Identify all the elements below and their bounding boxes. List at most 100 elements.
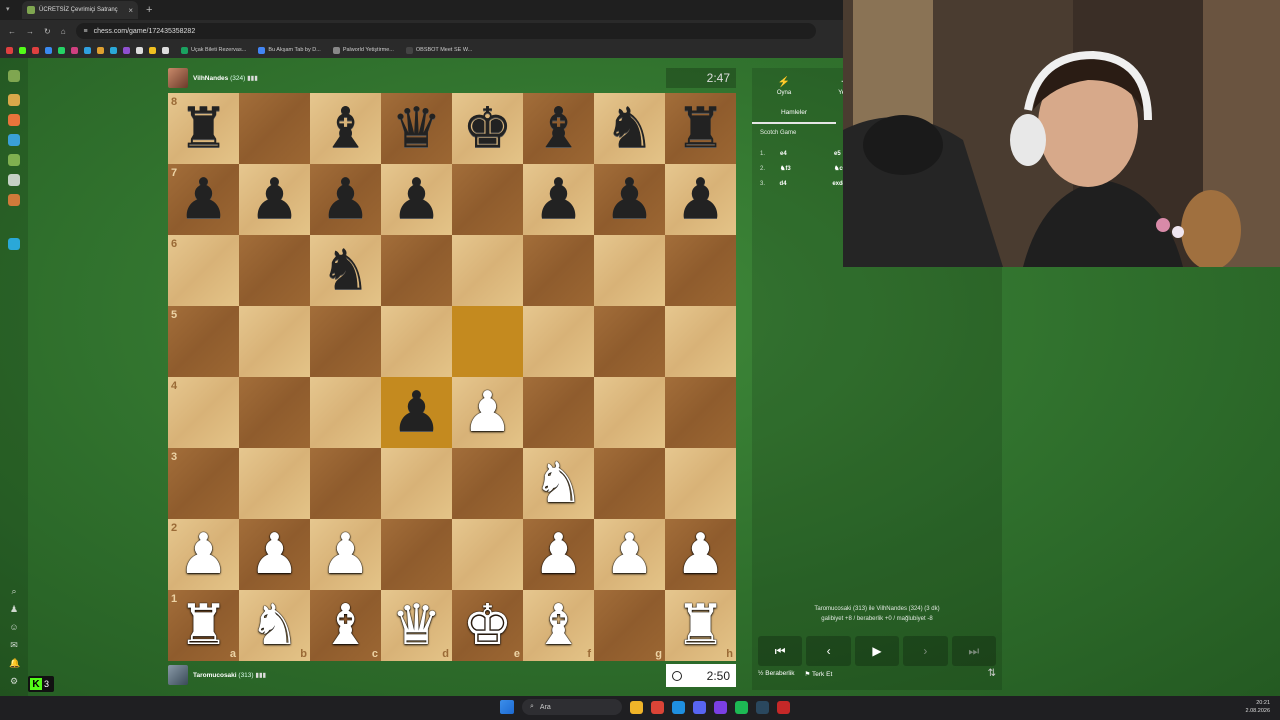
social-icon[interactable] <box>8 194 20 206</box>
square-f1[interactable]: f ♝ <box>523 590 594 661</box>
white-move[interactable]: d4 <box>780 181 833 187</box>
white-knight-icon[interactable]: ♞ <box>533 455 583 512</box>
square-b3[interactable] <box>239 448 310 519</box>
square-h1[interactable]: h ♜ <box>665 590 736 661</box>
square-g5[interactable] <box>594 306 665 377</box>
square-c8[interactable]: ♝ <box>310 93 381 164</box>
square-b4[interactable] <box>239 377 310 448</box>
bookmark-icon[interactable] <box>58 46 65 54</box>
tab-play[interactable]: ⚡ Oyna <box>754 72 814 100</box>
black-bishop-icon[interactable]: ♝ <box>533 100 583 157</box>
obs-icon[interactable] <box>777 700 790 714</box>
forward-icon[interactable]: → <box>26 27 34 36</box>
square-e7[interactable] <box>452 164 523 235</box>
square-d8[interactable]: ♛ <box>381 93 452 164</box>
last-move-button[interactable]: ⏭ <box>951 636 997 666</box>
steam-icon[interactable] <box>756 700 769 714</box>
black-rook-icon[interactable]: ♜ <box>178 100 228 157</box>
search-icon[interactable]: ⌕ <box>9 586 19 596</box>
square-a2[interactable]: 2 ♟ <box>168 519 239 590</box>
black-knight-icon[interactable]: ♞ <box>604 100 654 157</box>
square-f5[interactable] <box>523 306 594 377</box>
news-icon[interactable] <box>8 174 20 186</box>
square-g2[interactable]: ♟ <box>594 519 665 590</box>
square-f8[interactable]: ♝ <box>523 93 594 164</box>
black-bishop-icon[interactable]: ♝ <box>320 100 370 157</box>
bookmark-icon[interactable] <box>71 46 78 54</box>
white-pawn-icon[interactable]: ♟ <box>178 526 228 583</box>
black-pawn-icon[interactable]: ♟ <box>391 384 441 441</box>
more-icon[interactable] <box>8 238 20 250</box>
white-bishop-icon[interactable]: ♝ <box>533 597 583 654</box>
notifications-icon[interactable]: 🔔 <box>9 658 20 668</box>
square-d7[interactable]: ♟ <box>381 164 452 235</box>
white-knight-icon[interactable]: ♞ <box>249 597 299 654</box>
square-e5[interactable] <box>452 306 523 377</box>
analysis-icon[interactable]: ♟ <box>9 604 19 614</box>
square-d1[interactable]: d ♛ <box>381 590 452 661</box>
system-tray-clock[interactable]: 20:21 2.08.2026 <box>1246 699 1270 715</box>
white-pawn-icon[interactable]: ♟ <box>604 526 654 583</box>
white-rook-icon[interactable]: ♜ <box>675 597 725 654</box>
black-rook-icon[interactable]: ♜ <box>675 100 725 157</box>
white-queen-icon[interactable]: ♛ <box>391 597 441 654</box>
twitch-icon[interactable] <box>714 700 727 714</box>
bookmark-item[interactable]: Bu Akşam Tab by D... <box>258 46 321 54</box>
discord-icon[interactable] <box>693 700 706 714</box>
square-g4[interactable] <box>594 377 665 448</box>
player-name[interactable]: Taromucosaki <box>193 672 237 679</box>
chess-logo-icon[interactable] <box>8 70 20 82</box>
square-h6[interactable] <box>665 235 736 306</box>
square-a4[interactable]: 4 <box>168 377 239 448</box>
puzzles-icon[interactable] <box>8 114 20 126</box>
square-c7[interactable]: ♟ <box>310 164 381 235</box>
bookmark-icon[interactable] <box>149 46 156 54</box>
square-f4[interactable] <box>523 377 594 448</box>
square-c6[interactable]: ♞ <box>310 235 381 306</box>
square-d2[interactable] <box>381 519 452 590</box>
reload-icon[interactable]: ↻ <box>44 27 51 36</box>
square-f6[interactable] <box>523 235 594 306</box>
bookmark-icon[interactable] <box>136 46 143 54</box>
bookmark-item[interactable]: Palworld Yetiştirme... <box>332 46 394 54</box>
flip-board-icon[interactable]: ⇅ <box>988 668 996 679</box>
square-b6[interactable] <box>239 235 310 306</box>
white-pawn-icon[interactable]: ♟ <box>249 526 299 583</box>
next-move-button[interactable]: › <box>903 636 948 666</box>
bookmark-icon[interactable] <box>19 46 26 54</box>
bookmark-icon[interactable] <box>110 46 117 54</box>
square-e6[interactable] <box>452 235 523 306</box>
windows-start-icon[interactable] <box>500 700 514 714</box>
black-pawn-icon[interactable]: ♟ <box>249 171 299 228</box>
black-pawn-icon[interactable]: ♟ <box>533 171 583 228</box>
square-g3[interactable] <box>594 448 665 519</box>
square-a3[interactable]: 3 <box>168 448 239 519</box>
square-d5[interactable] <box>381 306 452 377</box>
black-pawn-icon[interactable]: ♟ <box>604 171 654 228</box>
black-knight-icon[interactable]: ♞ <box>320 242 370 299</box>
opening-name[interactable]: Scotch Game <box>760 130 796 136</box>
square-h3[interactable] <box>665 448 736 519</box>
square-e2[interactable] <box>452 519 523 590</box>
bookmark-icon[interactable] <box>123 46 130 54</box>
chess-board[interactable]: 8 ♜ ♝ ♛ ♚ ♝ ♞ ♜ 7 ♟ ♟ ♟ ♟ ♟ ♟ ♟ 6 ♞ 5 4 ♟ ♟ 3 ♞ 2 ♟ ♟ ♟ ♟ ♟ ♟ 1 a ♜ b ♞ c ♝ d ♛… <box>168 93 736 661</box>
site-info-icon[interactable]: ≡ <box>84 28 88 35</box>
chrome-icon[interactable] <box>651 700 664 714</box>
square-g8[interactable]: ♞ <box>594 93 665 164</box>
black-queen-icon[interactable]: ♛ <box>391 100 441 157</box>
back-icon[interactable]: ← <box>8 27 16 36</box>
square-e4[interactable]: ♟ <box>452 377 523 448</box>
square-a1[interactable]: 1 a ♜ <box>168 590 239 661</box>
bookmark-icon[interactable] <box>45 46 52 54</box>
square-e3[interactable] <box>452 448 523 519</box>
play-icon[interactable] <box>8 94 20 106</box>
browser-tab[interactable]: ÜCRETSİZ Çevrimiçi Satranç × <box>22 1 138 19</box>
square-h2[interactable]: ♟ <box>665 519 736 590</box>
square-a7[interactable]: 7 ♟ <box>168 164 239 235</box>
taskbar-search[interactable]: ⌕ Ara <box>522 699 622 715</box>
square-g7[interactable]: ♟ <box>594 164 665 235</box>
square-d4[interactable]: ♟ <box>381 377 452 448</box>
square-g1[interactable]: g <box>594 590 665 661</box>
square-h4[interactable] <box>665 377 736 448</box>
white-move[interactable]: e4 <box>780 151 834 157</box>
